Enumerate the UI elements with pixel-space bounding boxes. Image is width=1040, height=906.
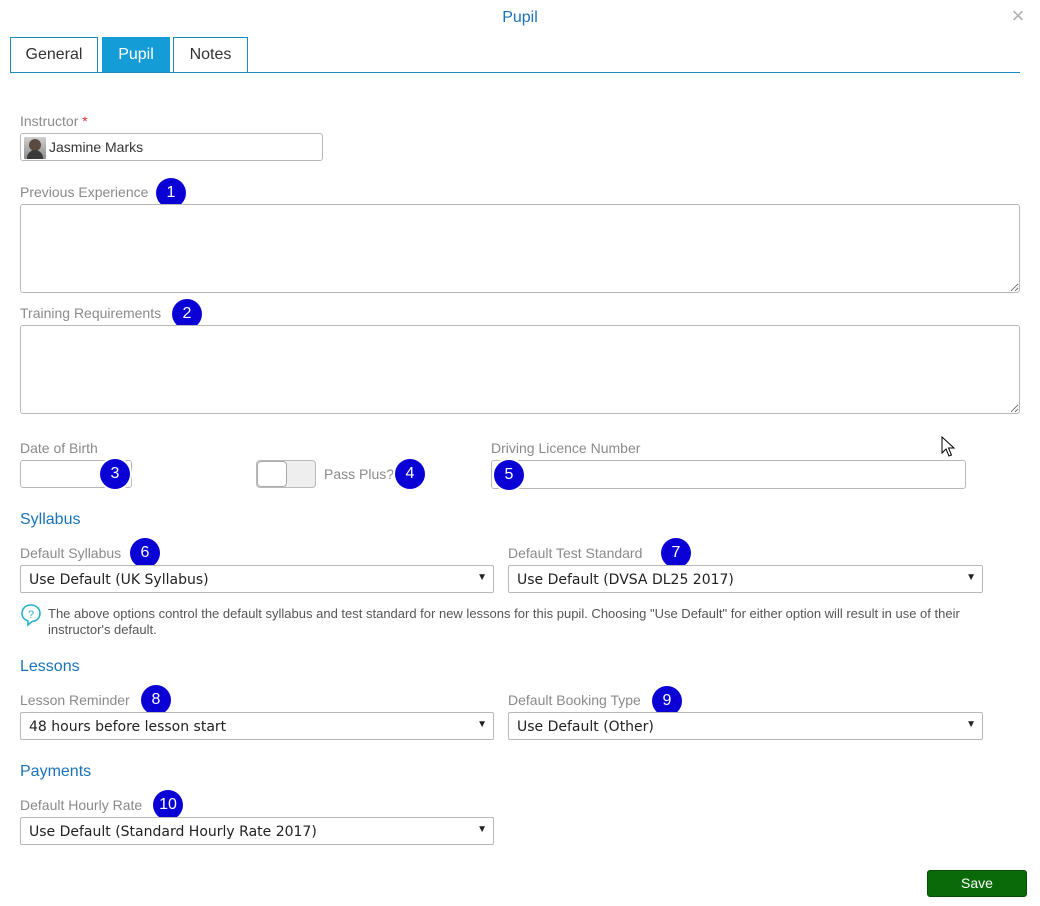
lesson-reminder-value: 48 hours before lesson start — [29, 719, 227, 735]
default-hourly-rate-value: Use Default (Standard Hourly Rate 2017) — [29, 824, 317, 840]
default-syllabus-label: Default Syllabus — [20, 545, 122, 561]
badge-4: 4 — [395, 459, 425, 489]
payments-heading: Payments — [20, 763, 92, 780]
tab-notes[interactable]: Notes — [173, 37, 248, 73]
avatar — [24, 137, 46, 159]
required-mark: * — [82, 113, 88, 129]
default-test-standard-value: Use Default (DVSA DL25 2017) — [517, 572, 734, 588]
driving-licence-input[interactable] — [491, 460, 966, 489]
dropdown-arrow-icon: ▼ — [966, 719, 976, 730]
training-requirements-textarea[interactable] — [20, 325, 1020, 414]
tab-pupil[interactable]: Pupil — [102, 37, 170, 73]
toggle-knob — [257, 461, 287, 487]
dropdown-arrow-icon: ▼ — [477, 572, 487, 583]
tabs-divider — [10, 72, 1020, 73]
default-booking-type-value: Use Default (Other) — [517, 719, 654, 735]
default-booking-type-select[interactable]: Use Default (Other) ▼ — [508, 712, 983, 740]
dropdown-arrow-icon: ▼ — [966, 572, 976, 583]
syllabus-heading: Syllabus — [20, 511, 81, 528]
close-icon[interactable]: × — [1008, 5, 1028, 27]
default-hourly-rate-label: Default Hourly Rate — [20, 797, 143, 813]
previous-experience-label: Previous Experience — [20, 184, 149, 200]
badge-6: 6 — [130, 538, 160, 568]
badge-7: 7 — [661, 538, 691, 568]
lesson-reminder-select[interactable]: 48 hours before lesson start ▼ — [20, 712, 494, 740]
date-of-birth-label: Date of Birth — [20, 440, 98, 456]
badge-8: 8 — [141, 685, 171, 715]
default-booking-type-label: Default Booking Type — [508, 692, 641, 708]
default-hourly-rate-select[interactable]: Use Default (Standard Hourly Rate 2017) … — [20, 817, 494, 845]
instructor-label-text: Instructor — [20, 113, 79, 129]
help-icon: ? — [21, 604, 41, 627]
default-syllabus-select[interactable]: Use Default (UK Syllabus) ▼ — [20, 565, 494, 593]
lessons-heading: Lessons — [20, 658, 80, 675]
driving-licence-label: Driving Licence Number — [491, 440, 641, 456]
syllabus-help-text: The above options control the default sy… — [48, 606, 960, 637]
save-button[interactable]: Save — [927, 870, 1027, 897]
default-test-standard-label: Default Test Standard — [508, 545, 643, 561]
lesson-reminder-label: Lesson Reminder — [20, 692, 130, 708]
badge-3: 3 — [100, 459, 130, 489]
pass-plus-toggle[interactable] — [256, 460, 316, 488]
badge-10: 10 — [153, 790, 183, 820]
pass-plus-label: Pass Plus? — [324, 466, 395, 482]
instructor-value: Jasmine Marks — [49, 139, 144, 155]
dropdown-arrow-icon: ▼ — [477, 824, 487, 835]
svg-text:?: ? — [28, 609, 34, 621]
instructor-label: Instructor * — [20, 113, 88, 129]
badge-5: 5 — [494, 460, 524, 490]
default-syllabus-value: Use Default (UK Syllabus) — [29, 572, 209, 588]
training-requirements-label: Training Requirements — [20, 305, 162, 321]
tab-general[interactable]: General — [10, 37, 98, 73]
mouse-cursor-icon — [941, 436, 955, 457]
dropdown-arrow-icon: ▼ — [477, 719, 487, 730]
dialog-title: Pupil — [502, 9, 538, 26]
default-test-standard-select[interactable]: Use Default (DVSA DL25 2017) ▼ — [508, 565, 983, 593]
instructor-field[interactable]: Jasmine Marks — [20, 133, 323, 161]
previous-experience-textarea[interactable] — [20, 204, 1020, 293]
